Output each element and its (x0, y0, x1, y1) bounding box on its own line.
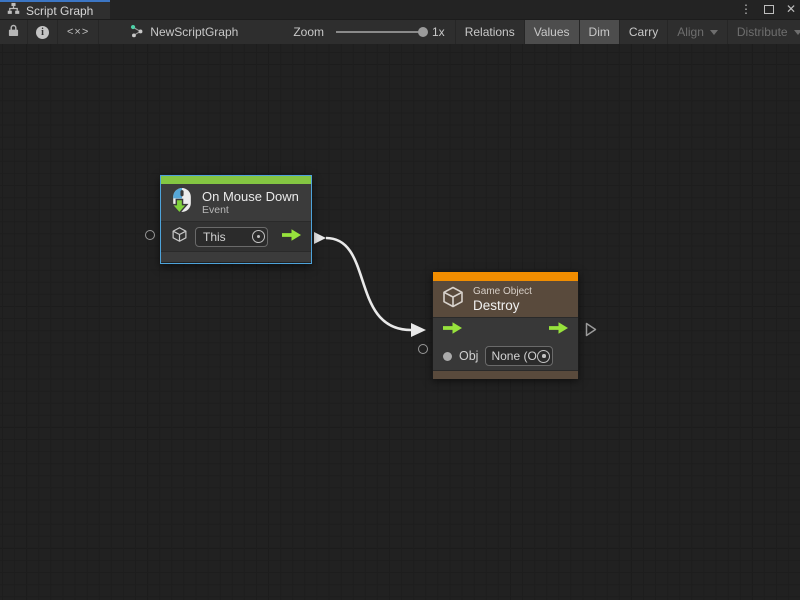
titlebar: Script Graph ⋮ ✕ (0, 0, 800, 19)
zoom-slider[interactable] (336, 31, 424, 33)
toolbar-toggles: Relations Values Dim Carry Align Distrib… (455, 20, 800, 44)
event-node-title: On Mouse Down (202, 189, 299, 204)
object-picker-icon[interactable] (537, 350, 550, 363)
distribute-label: Distribute (737, 25, 788, 39)
event-node-body: This (161, 221, 311, 251)
tab-script-graph[interactable]: Script Graph (0, 0, 110, 19)
obj-value: None (O (491, 349, 537, 363)
script-graph-icon (130, 24, 144, 41)
code-view-button[interactable]: <×> (58, 20, 99, 44)
info-icon: i (36, 26, 49, 39)
code-icon: <×> (67, 26, 89, 38)
relations-button[interactable]: Relations (456, 20, 525, 44)
zoom-slider-handle[interactable] (418, 27, 428, 37)
wire-destination-arrow[interactable] (411, 323, 426, 337)
chevron-down-icon (710, 30, 718, 35)
mouse-down-icon (169, 187, 194, 219)
event-accent-bar (161, 176, 311, 184)
flow-output-port[interactable] (549, 321, 568, 339)
object-picker-icon[interactable] (252, 230, 265, 243)
target-input-field[interactable]: This (195, 227, 268, 247)
node-destroy[interactable]: Game Object Destroy (432, 271, 579, 378)
graph-breadcrumb[interactable]: NewScriptGraph (121, 20, 247, 44)
graph-canvas[interactable]: On Mouse Down Event This (0, 44, 800, 600)
lock-icon (8, 24, 19, 40)
values-label: Values (534, 25, 570, 39)
zoom-label: Zoom (293, 25, 324, 39)
destroy-node-body: Obj None (O (433, 317, 578, 370)
info-button[interactable]: i (28, 20, 58, 44)
obj-input-port[interactable] (418, 344, 428, 354)
tab-title: Script Graph (26, 4, 93, 18)
graph-toolbar: i <×> NewScriptGraph Zoom 1x (0, 19, 800, 44)
game-object-cube-icon (171, 226, 188, 248)
close-icon[interactable]: ✕ (786, 0, 796, 19)
destroy-node-footer (433, 370, 578, 379)
values-button[interactable]: Values (525, 20, 580, 44)
param-label: Obj (459, 349, 478, 363)
flow-output-port[interactable] (282, 228, 301, 246)
zoom-value: 1x (432, 25, 445, 39)
maximize-icon[interactable] (764, 5, 774, 14)
flow-continue-arrow[interactable] (585, 322, 597, 342)
destroy-node-title: Destroy (473, 298, 532, 313)
carry-label: Carry (629, 25, 658, 39)
destroy-node-category: Game Object (473, 285, 532, 298)
distribute-dropdown: Distribute (728, 20, 800, 44)
dim-label: Dim (589, 25, 610, 39)
graph-name-label: NewScriptGraph (150, 25, 238, 39)
event-node-subtitle: Event (202, 204, 299, 216)
window-controls: ⋮ ✕ (740, 0, 796, 19)
align-label: Align (677, 25, 704, 39)
chevron-down-icon (794, 30, 800, 35)
node-on-mouse-down[interactable]: On Mouse Down Event This (160, 175, 312, 264)
obj-value-port-dot[interactable] (443, 352, 452, 361)
wire-source-arrow[interactable] (314, 232, 326, 244)
align-dropdown: Align (668, 20, 728, 44)
carry-button[interactable]: Carry (620, 20, 668, 44)
relations-label: Relations (465, 25, 515, 39)
destroy-node-header[interactable]: Game Object Destroy (433, 281, 578, 317)
event-node-footer (161, 251, 311, 262)
wire-layer (0, 44, 800, 600)
dim-button[interactable]: Dim (580, 20, 620, 44)
game-object-cube-icon (441, 285, 465, 314)
script-graph-window: Script Graph ⋮ ✕ i <×> (0, 0, 800, 600)
graph-hierarchy-icon (7, 2, 20, 20)
kebab-menu-icon[interactable]: ⋮ (740, 0, 752, 19)
target-input-port[interactable] (145, 230, 155, 240)
connection-wire[interactable] (326, 238, 411, 330)
action-accent-bar (433, 272, 578, 281)
lock-button[interactable] (0, 20, 28, 44)
flow-input-port[interactable] (443, 321, 462, 339)
obj-input-field[interactable]: None (O (485, 346, 553, 366)
event-node-header[interactable]: On Mouse Down Event (161, 184, 311, 221)
zoom-control: Zoom 1x (293, 20, 448, 44)
target-value: This (203, 230, 252, 244)
